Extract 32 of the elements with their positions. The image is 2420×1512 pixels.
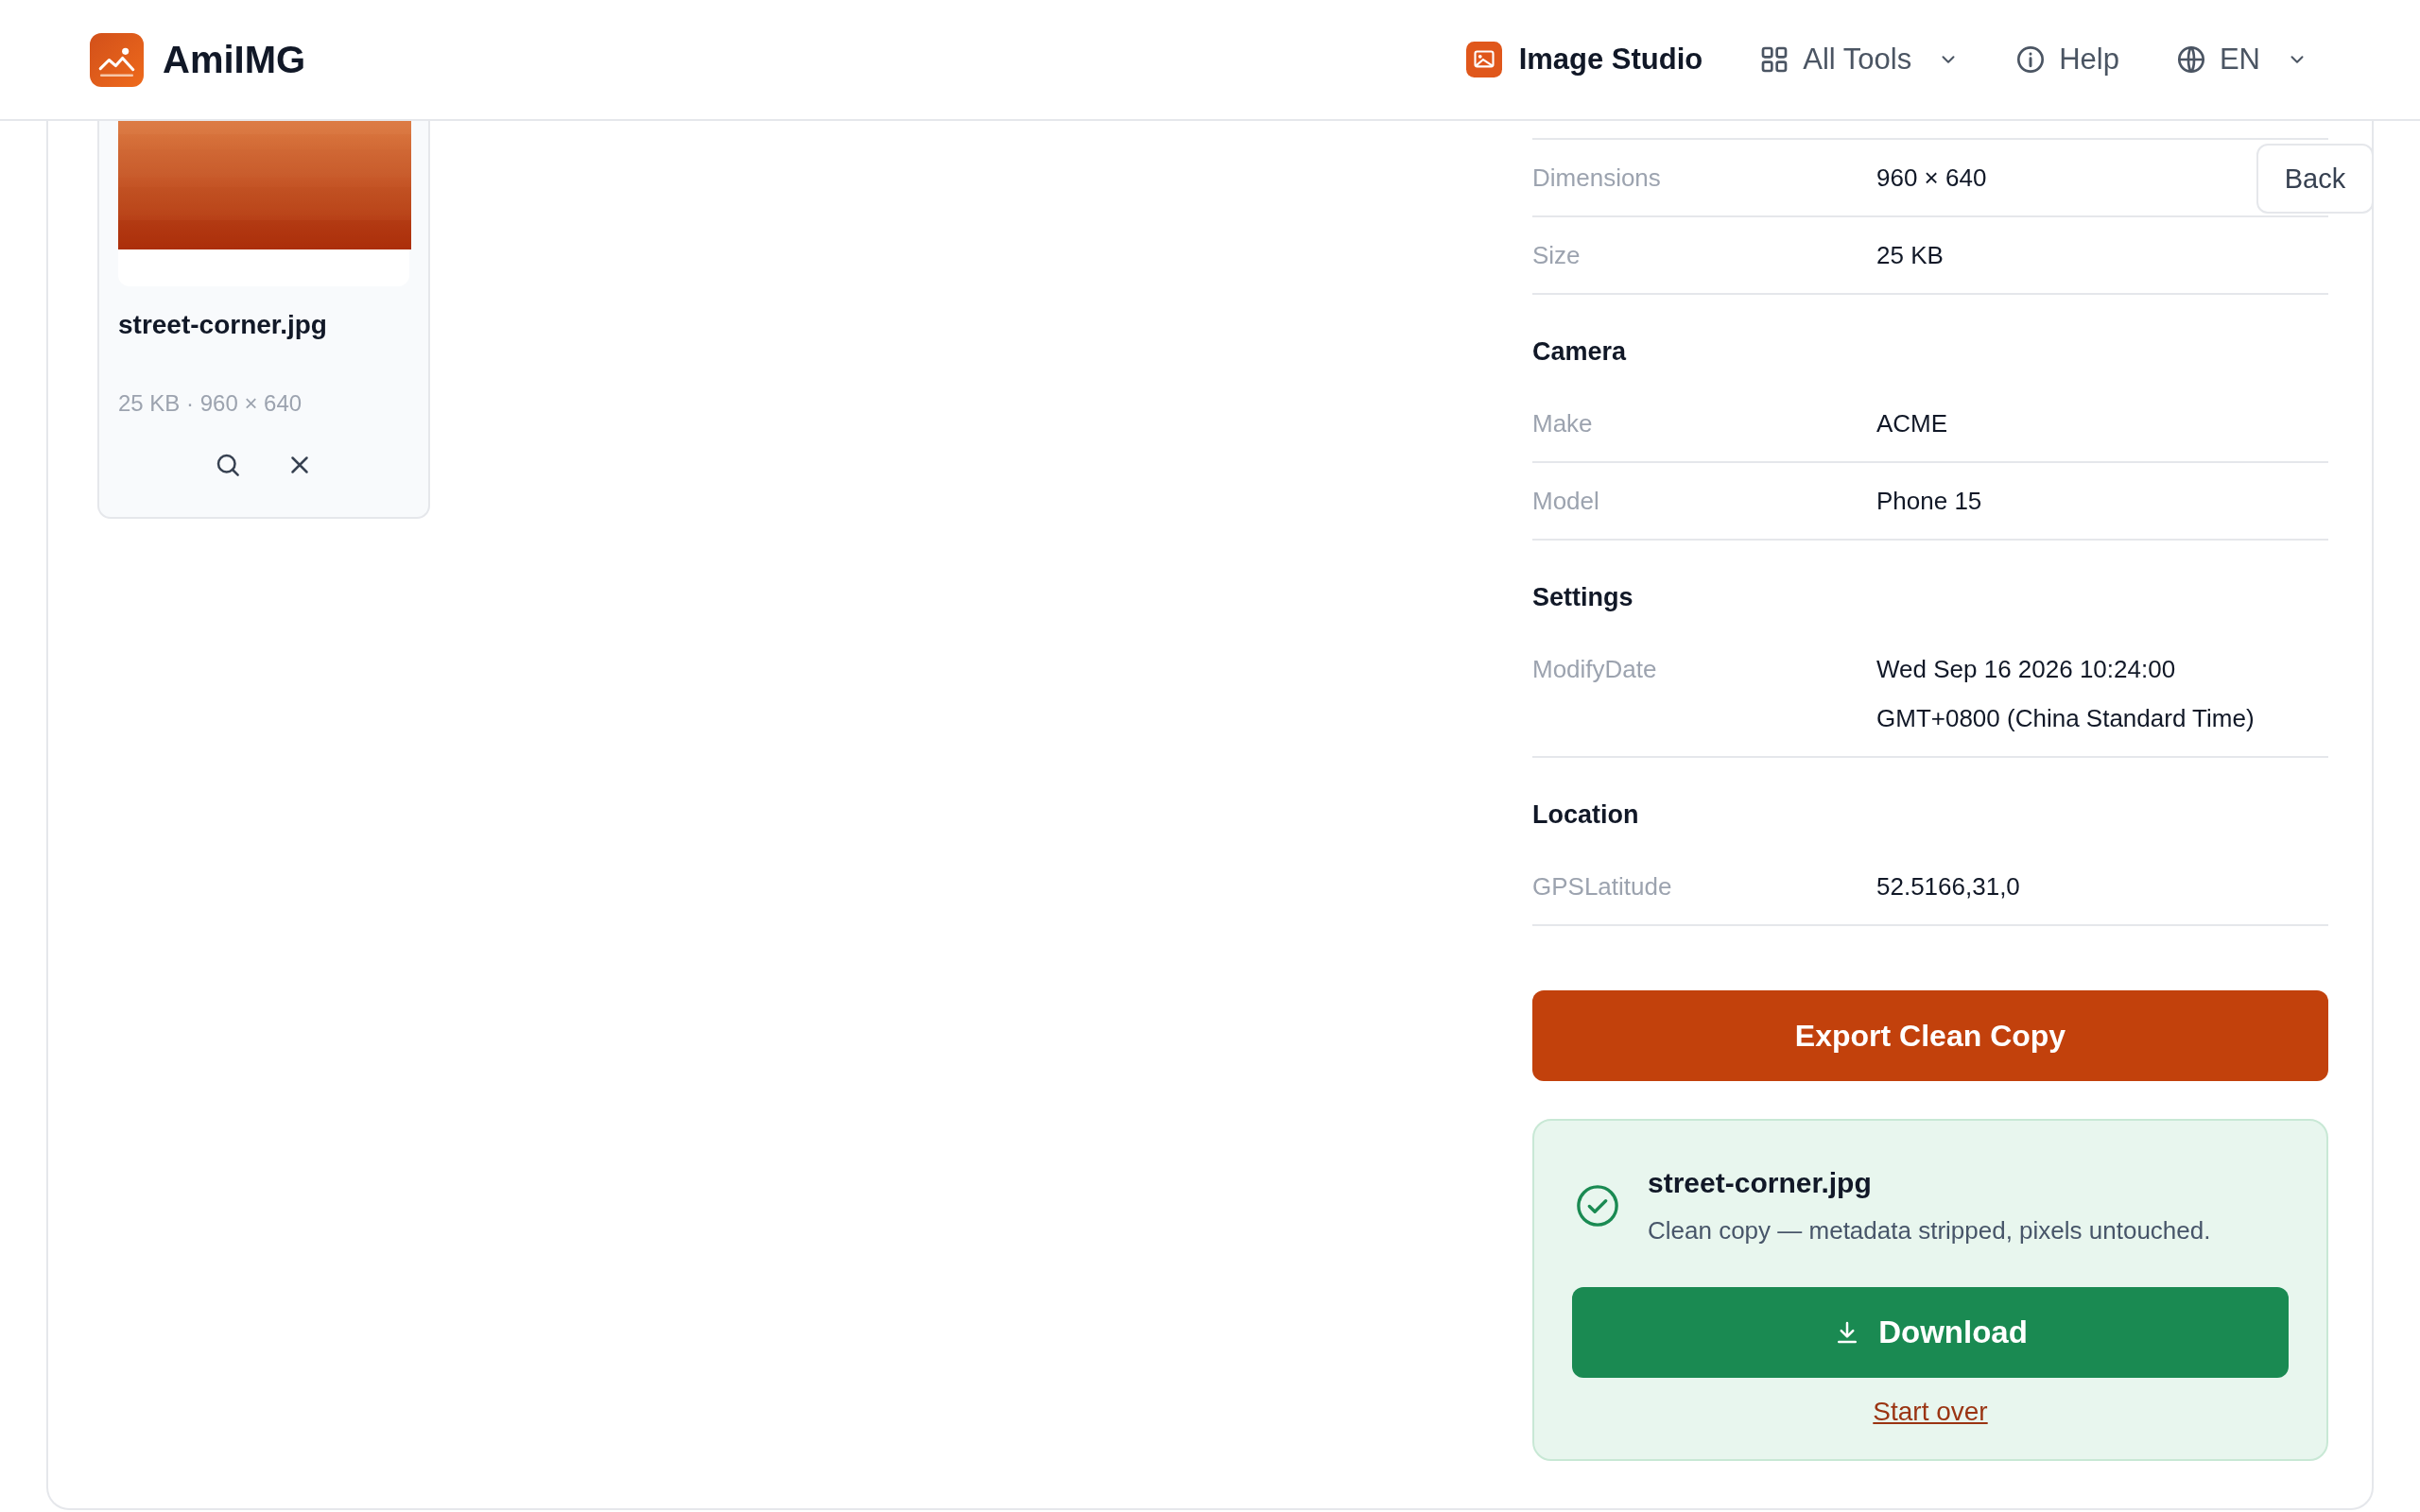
file-name: street-corner.jpg bbox=[118, 309, 328, 341]
logo-icon bbox=[90, 32, 144, 87]
nav-item[interactable]: Image Studio bbox=[1461, 38, 1707, 81]
section-heading: Location bbox=[1532, 799, 1640, 831]
download-button[interactable]: Download bbox=[1572, 1287, 2289, 1378]
field-label: Model bbox=[1532, 486, 1600, 517]
nav-item[interactable]: All Tools bbox=[1755, 39, 1963, 80]
field-value: Phone 15 bbox=[1876, 486, 1983, 517]
result-file-name: street-corner.jpg bbox=[1648, 1166, 1873, 1200]
section-heading: Settings bbox=[1532, 582, 1634, 613]
field-label: ModifyDate bbox=[1532, 654, 1658, 685]
field-label: Dimensions bbox=[1532, 163, 1662, 194]
info-icon bbox=[2015, 44, 2047, 75]
field-value: 52.5166,31,0 bbox=[1876, 871, 2021, 902]
section-heading: Camera bbox=[1532, 336, 1628, 368]
check-circle-icon bbox=[1576, 1184, 1619, 1228]
field-label: GPSLatitude bbox=[1532, 871, 1673, 902]
globe-icon bbox=[2175, 44, 2206, 75]
nav-item[interactable]: Help bbox=[2012, 39, 2123, 80]
field-label: Size bbox=[1532, 240, 1582, 271]
file-details: 25 KB · 960 × 640 bbox=[118, 389, 303, 418]
image-icon bbox=[1465, 42, 1502, 77]
nav-item[interactable]: EN bbox=[2171, 39, 2311, 80]
field-label: Make bbox=[1532, 408, 1594, 439]
brand-name: AmiIMG bbox=[163, 38, 306, 81]
result-message: Clean copy — metadata stripped, pixels untouched. bbox=[1648, 1215, 2211, 1246]
field-value: ACME bbox=[1876, 408, 1949, 439]
field-value: Wed Sep 16 2026 10:24:00 GMT+0800 (China Standard Time) bbox=[1876, 654, 2256, 734]
start-over-link[interactable]: Start over bbox=[1873, 1393, 1988, 1431]
field-value: 25 KB bbox=[1876, 240, 1945, 271]
back-button[interactable]: Back bbox=[2256, 144, 2374, 214]
export-button[interactable]: Export Clean Copy bbox=[1532, 990, 2328, 1081]
